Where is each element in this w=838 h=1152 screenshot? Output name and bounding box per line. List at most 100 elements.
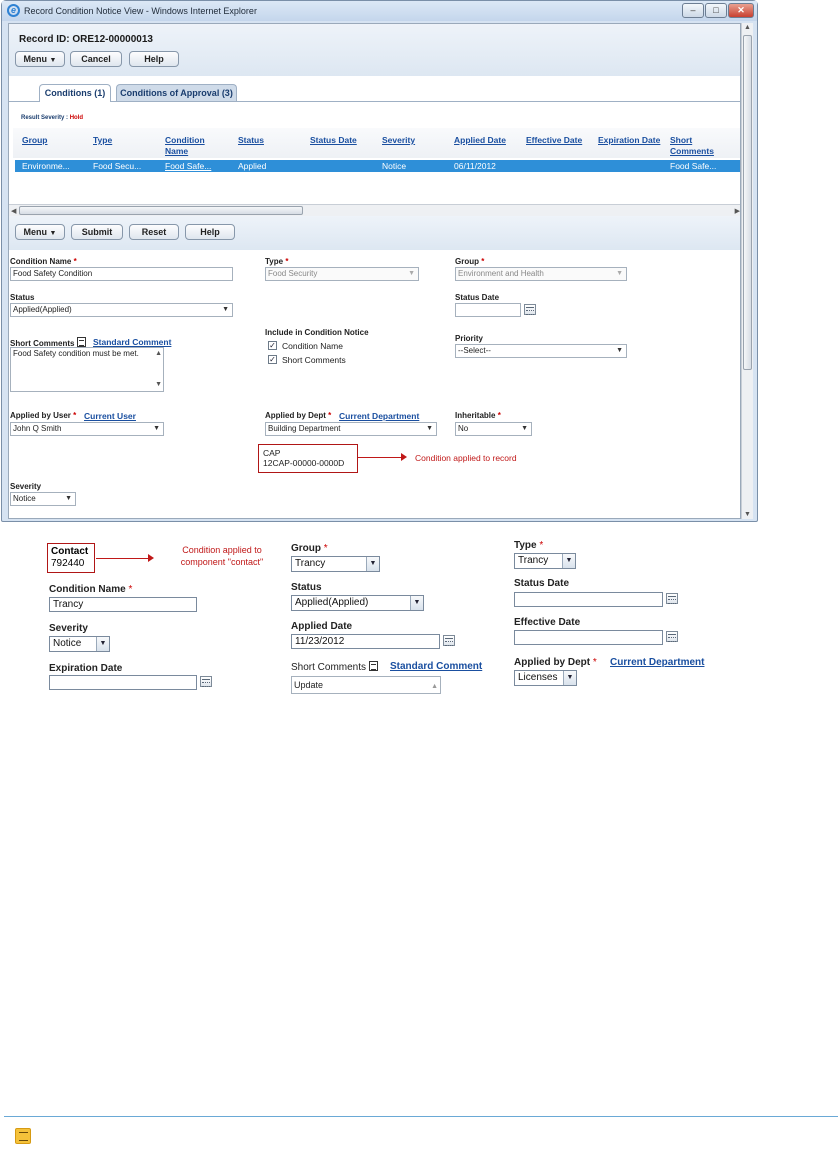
applied-by-user-label: Applied by User * (10, 411, 77, 420)
chevron-down-icon: ▼ (366, 557, 379, 571)
column-header-status[interactable]: Status (238, 135, 264, 146)
form-help-button[interactable]: Help (185, 224, 235, 240)
column-header-effective-date[interactable]: Effective Date (526, 135, 582, 146)
include-notice-label: Include in Condition Notice (265, 328, 369, 337)
browser-window: e Record Condition Notice View - Windows… (1, 0, 758, 522)
help-button[interactable]: Help (129, 51, 179, 67)
chevron-down-icon: ▼ (153, 425, 160, 432)
column-header-type[interactable]: Type (93, 135, 112, 146)
form-menu-button[interactable]: Menu ▼ (15, 224, 65, 240)
lower-effective-date-input[interactable] (514, 630, 663, 645)
vertical-scrollbar[interactable]: ▲ ▼ (741, 23, 753, 519)
lower-severity-select[interactable]: Notice ▼ (49, 636, 110, 652)
condition-name-checkbox[interactable]: ✓ (268, 341, 277, 350)
applied-by-user-select[interactable]: John Q Smith ▼ (10, 422, 164, 436)
lower-short-comments-textarea[interactable]: Update ▲ (291, 676, 441, 694)
cell-status: Applied (238, 161, 267, 171)
horizontal-scroll-thumb[interactable] (19, 206, 303, 215)
reset-button[interactable]: Reset (129, 224, 179, 240)
priority-select[interactable]: --Select-- ▼ (455, 344, 627, 358)
column-header-group[interactable]: Group (22, 135, 48, 146)
status-date-input[interactable] (455, 303, 521, 317)
status-date-label: Status Date (455, 293, 500, 302)
calendar-icon[interactable] (200, 676, 212, 687)
lower-standard-comment-link[interactable]: Standard Comment (390, 661, 482, 672)
short-comments-checkbox[interactable]: ✓ (268, 355, 277, 364)
chevron-down-icon: ▼ (49, 230, 57, 237)
lower-status-date-input[interactable] (514, 592, 663, 607)
cell-type: Food Secu... (93, 161, 142, 171)
maximize-button[interactable]: □ (705, 3, 727, 18)
severity-select[interactable]: Notice ▼ (10, 492, 76, 506)
lower-applied-by-dept-label: Applied by Dept * (514, 657, 597, 668)
minimize-button[interactable]: – (682, 3, 704, 18)
condition-list-panel: Record ID: ORE12-00000013 Menu ▼ Cancel … (9, 24, 740, 196)
submit-button[interactable]: Submit (71, 224, 123, 240)
scroll-up-icon: ▲ (431, 683, 438, 690)
tab-divider (9, 101, 740, 102)
contact-arrow-icon (148, 554, 154, 562)
calendar-icon[interactable] (443, 635, 455, 646)
tab-conditions[interactable]: Conditions (1) (39, 84, 111, 102)
lower-type-select[interactable]: Trancy ▼ (514, 553, 576, 569)
cell-group: Environme... (22, 161, 70, 171)
current-user-link[interactable]: Current User (84, 411, 136, 421)
menu-button-label: Menu (23, 54, 48, 64)
chevron-down-icon: ▼ (426, 425, 433, 432)
calendar-icon[interactable] (666, 631, 678, 642)
cell-short-comments: Food Safe... (670, 161, 717, 171)
column-header-severity[interactable]: Severity (382, 135, 415, 146)
contact-annotation-line2: component "contact" (180, 557, 264, 567)
lower-applied-date-input[interactable]: 11/23/2012 (291, 634, 440, 649)
column-header-status-date[interactable]: Status Date (310, 135, 357, 146)
lower-status-date-label: Status Date (514, 578, 570, 589)
column-header-expiration-date[interactable]: Expiration Date (598, 135, 660, 146)
lower-status-select[interactable]: Applied(Applied) ▼ (291, 595, 424, 611)
cancel-button[interactable]: Cancel (70, 51, 122, 67)
page-content: Record ID: ORE12-00000013 Menu ▼ Cancel … (8, 23, 741, 519)
scroll-up-icon: ▲ (155, 350, 162, 357)
standard-comment-link[interactable]: Standard Comment (93, 337, 171, 347)
lower-applied-by-dept-select[interactable]: Licenses ▼ (514, 670, 577, 686)
status-select[interactable]: Applied(Applied) ▼ (10, 303, 233, 317)
scroll-down-icon: ▼ (155, 381, 162, 388)
lower-type-label: Type * (514, 540, 544, 551)
tab-conditions-of-approval[interactable]: Conditions of Approval (3) (116, 84, 237, 101)
scroll-down-icon[interactable]: ▼ (744, 511, 751, 518)
condition-name-checkbox-label: Condition Name (282, 341, 343, 351)
scroll-left-icon[interactable]: ◀ (11, 207, 16, 215)
lower-group-select[interactable]: Trancy ▼ (291, 556, 380, 572)
current-department-link[interactable]: Current Department (339, 411, 419, 421)
internet-explorer-icon: e (7, 4, 20, 17)
lower-effective-date-label: Effective Date (514, 617, 581, 628)
lower-applied-date-label: Applied Date (291, 621, 353, 632)
lower-current-department-link[interactable]: Current Department (610, 657, 704, 668)
chevron-down-icon: ▼ (408, 270, 415, 277)
short-comments-textarea[interactable]: Food Safety condition must be met. ▲ ▼ (10, 347, 164, 392)
note-icon (15, 1128, 31, 1144)
cell-condition-name-link[interactable]: Food Safe... (165, 161, 211, 171)
lower-expiration-date-label: Expiration Date (49, 663, 123, 674)
calendar-icon[interactable] (666, 593, 678, 604)
severity-label: Severity (10, 482, 42, 491)
column-header-condition-name[interactable]: Condition Name (165, 135, 210, 157)
type-select: Food Security ▼ (265, 267, 419, 281)
menu-button[interactable]: Menu ▼ (15, 51, 65, 67)
horizontal-scrollbar[interactable]: ◀ ▶ (9, 204, 740, 216)
contact-label: Contact (51, 546, 89, 557)
lower-condition-name-input[interactable]: Trancy (49, 597, 197, 612)
close-button[interactable]: ✕ (728, 3, 754, 18)
type-label: Type * (265, 257, 289, 266)
column-header-applied-date[interactable]: Applied Date (454, 135, 506, 146)
calendar-icon[interactable] (524, 304, 536, 315)
chevron-down-icon: ▼ (410, 596, 423, 610)
inheritable-select[interactable]: No ▼ (455, 422, 532, 436)
column-header-short-comments[interactable]: Short Comments (670, 135, 718, 157)
scroll-up-icon[interactable]: ▲ (744, 24, 751, 31)
condition-name-input[interactable]: Food Safety Condition (10, 267, 233, 281)
scroll-right-icon[interactable]: ▶ (735, 207, 740, 215)
lower-expiration-date-input[interactable] (49, 675, 197, 690)
inheritable-label: Inheritable * (455, 411, 501, 420)
vertical-scroll-thumb[interactable] (743, 35, 752, 370)
applied-by-dept-select[interactable]: Building Department ▼ (265, 422, 437, 436)
